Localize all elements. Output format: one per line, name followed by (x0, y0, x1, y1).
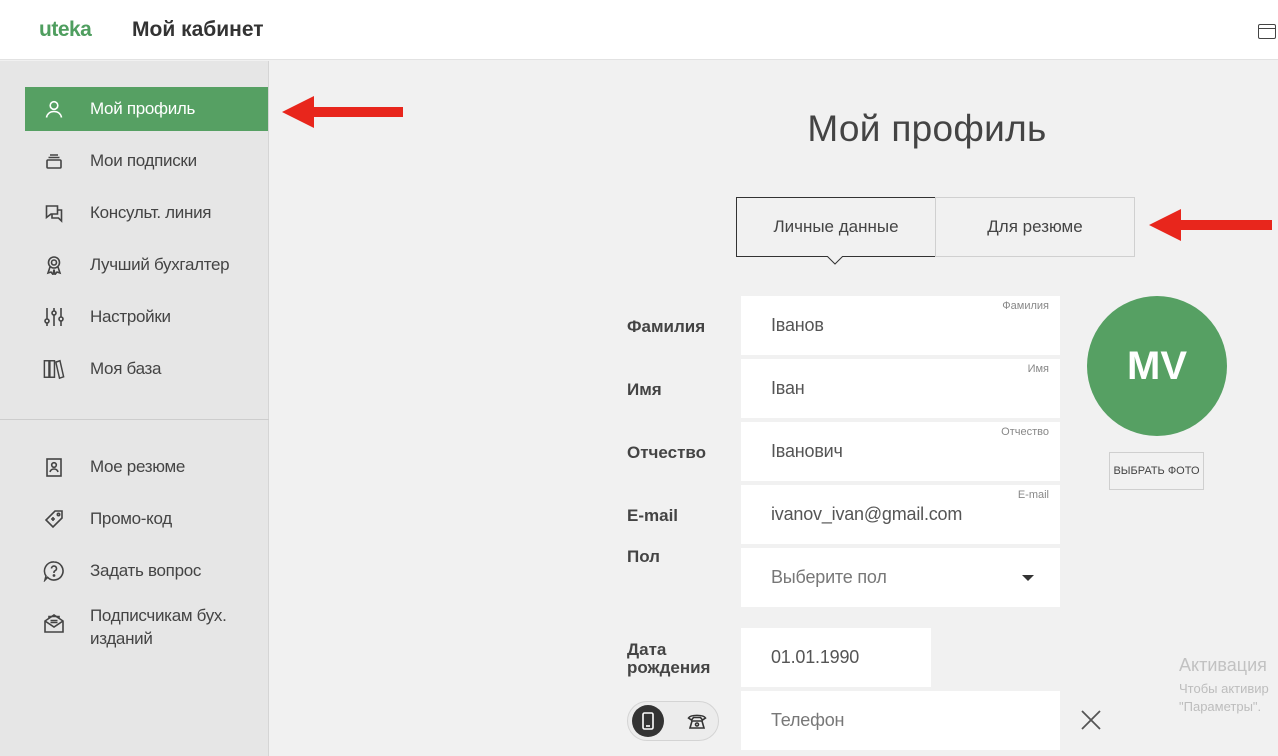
name-value: Іван (771, 378, 805, 398)
birthdate-field[interactable]: 01.01.1990 (741, 628, 931, 687)
sidebar-item-label: Моя база (90, 359, 162, 378)
sidebar-item-my-profile[interactable]: Мой профиль (25, 87, 268, 131)
sidebar-item-my-resume[interactable]: Мое резюме (25, 445, 268, 489)
annotation-arrow (1149, 209, 1272, 241)
sidebar-item-my-base[interactable]: Моя база (25, 347, 268, 391)
top-bar: uteka Мой кабинет (0, 0, 1278, 60)
page-header-title: Мой кабинет (132, 18, 264, 41)
tab-personal-data[interactable]: Личные данные (736, 197, 936, 257)
email-caption: E-mail (1017, 489, 1049, 501)
sidebar-item-best-accountant[interactable]: Лучший бухгалтер (25, 243, 268, 287)
avatar: MV (1087, 296, 1227, 436)
sidebar-item-label: Задать вопрос (90, 561, 202, 580)
question-icon (43, 560, 65, 582)
name-caption: Имя (1027, 363, 1049, 375)
patronymic-field[interactable]: Отчество Іванович (741, 422, 1060, 481)
chevron-down-icon (1022, 575, 1034, 581)
sidebar-item-settings[interactable]: Настройки (25, 295, 268, 339)
sidebar-item-label: Мое резюме (90, 457, 186, 476)
activation-line: "Параметры". (1179, 699, 1262, 714)
gender-select[interactable]: Выберите пол (741, 548, 1060, 607)
sidebar-item-label: Настройки (90, 307, 171, 326)
tab-for-resume[interactable]: Для резюме (935, 197, 1135, 257)
annotation-arrow (282, 96, 403, 128)
active-tab-pointer (827, 256, 843, 265)
subscriptions-icon (43, 150, 65, 172)
birthdate-value: 01.01.1990 (771, 647, 860, 667)
user-icon (43, 98, 65, 120)
sidebar-item-label: Подписчикам бух. изданий (90, 606, 227, 648)
award-icon (43, 254, 65, 276)
surname-label: Фамилия (627, 317, 706, 336)
sidebar-item-label: Мой профиль (90, 99, 196, 118)
sidebar-item-my-subscriptions[interactable]: Мои подписки (25, 139, 268, 183)
surname-field[interactable]: Фамилия Іванов (741, 296, 1060, 355)
books-icon (43, 358, 65, 380)
mail-icon (43, 612, 65, 634)
gender-placeholder: Выберите пол (771, 567, 887, 587)
chat-icon (43, 202, 65, 224)
phone-type-toggle[interactable] (627, 701, 719, 741)
name-label: Имя (627, 380, 662, 399)
email-label: E-mail (627, 506, 679, 525)
sidebar-item-label: Консульт. линия (90, 203, 212, 222)
email-field[interactable]: E-mail ivanov_ivan@gmail.com (741, 485, 1060, 544)
activation-title: Активация (1179, 655, 1267, 675)
uteka-logo[interactable]: uteka (39, 18, 92, 42)
choose-photo-button[interactable]: ВЫБРАТЬ ФОТО (1109, 452, 1204, 490)
phone-placeholder: Телефон (771, 710, 845, 730)
gender-label: Пол (627, 547, 660, 566)
sidebar-item-label: Мои подписки (90, 151, 197, 170)
name-field[interactable]: Имя Іван (741, 359, 1060, 418)
sidebar-divider (0, 419, 269, 420)
sidebar-item-ask-question[interactable]: Задать вопрос (25, 549, 268, 593)
sidebar-item-label: Промо-код (90, 509, 172, 528)
page-title: Мой профиль (807, 108, 1047, 149)
window-icon[interactable] (1258, 24, 1276, 39)
patronymic-caption: Отчество (1001, 426, 1049, 438)
phone-field[interactable]: Телефон (741, 691, 1060, 750)
birthdate-label: Дата рождения (627, 640, 711, 677)
sidebar: Мой профиль Мои подписки Консульт. линия… (0, 61, 269, 756)
sidebar-item-promo-code[interactable]: Промо-код (25, 497, 268, 541)
mobile-phone-icon[interactable] (632, 705, 664, 737)
email-value: ivanov_ivan@gmail.com (771, 504, 963, 524)
surname-value: Іванов (771, 315, 824, 335)
sidebar-item-label: Лучший бухгалтер (90, 255, 230, 274)
resume-icon (43, 456, 65, 478)
activation-watermark: Активация Чтобы активир "Параметры". (1179, 655, 1278, 716)
activation-line: Чтобы активир (1179, 681, 1269, 696)
sidebar-item-publication-subscribers[interactable]: Подписчикам бух. изданий (25, 601, 268, 651)
tag-icon (43, 508, 65, 530)
patronymic-value: Іванович (771, 441, 843, 461)
landline-phone-icon[interactable] (681, 705, 713, 737)
patronymic-label: Отчество (627, 443, 707, 462)
close-icon[interactable] (1079, 708, 1103, 732)
surname-caption: Фамилия (1002, 300, 1049, 312)
sidebar-item-consult-line[interactable]: Консульт. линия (25, 191, 268, 235)
sliders-icon (43, 306, 65, 328)
